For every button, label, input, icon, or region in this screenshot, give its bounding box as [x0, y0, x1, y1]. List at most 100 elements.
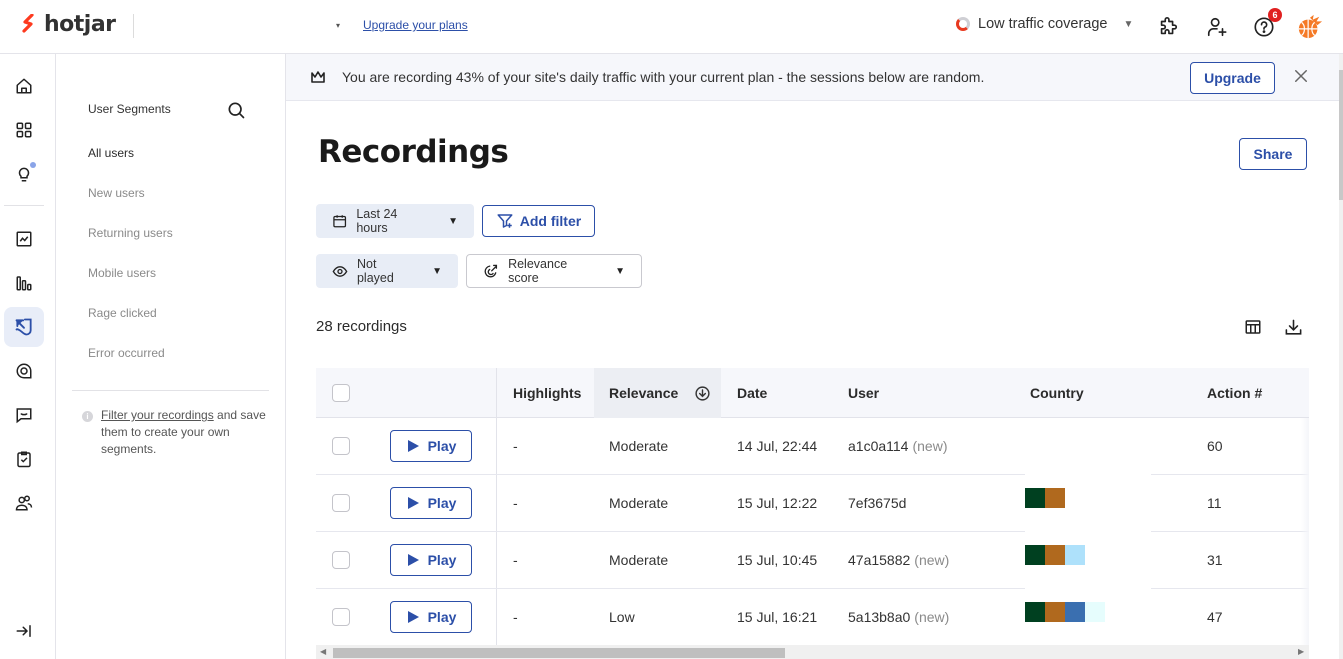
rail-trends[interactable] [4, 219, 44, 259]
play-icon [407, 497, 419, 509]
play-button[interactable]: Play [390, 430, 472, 462]
horizontal-scrollbar[interactable]: ◀ ▶ [316, 645, 1309, 659]
hotjar-logo[interactable]: hotjar [22, 12, 116, 37]
collapse-sidebar-button[interactable] [4, 611, 44, 651]
table-row[interactable]: Play - Moderate 15 Jul, 12:22 7ef3675d 1… [316, 475, 1309, 532]
users-icon [15, 495, 33, 511]
navigation-rail [0, 54, 56, 659]
recordings-count: 28 recordings [316, 318, 407, 335]
segment-returning-users[interactable]: Returning users [88, 226, 173, 240]
date-cell: 15 Jul, 16:21 [737, 609, 818, 625]
user-cell[interactable]: 5a13b8a0 (new) [848, 589, 949, 645]
integrations-button[interactable] [1155, 14, 1181, 40]
scroll-shadow [1301, 418, 1309, 645]
trend-chart-icon [16, 231, 32, 247]
traffic-ring-icon [956, 17, 970, 31]
filter-recordings-link[interactable]: Filter your recordings [101, 408, 214, 422]
user-cell[interactable]: 7ef3675d [848, 475, 910, 531]
column-relevance[interactable]: Relevance [594, 368, 721, 418]
user-cell[interactable]: 47a15882 (new) [848, 532, 949, 588]
date-cell: 15 Jul, 10:45 [737, 552, 818, 568]
flag-stripe [1045, 602, 1065, 622]
upgrade-button[interactable]: Upgrade [1190, 62, 1275, 94]
play-icon [407, 611, 419, 623]
play-button[interactable]: Play [390, 544, 472, 576]
column-date[interactable]: Date [737, 368, 767, 418]
table-row[interactable]: Play - Low 15 Jul, 16:21 5a13b8a0 (new) 4… [316, 589, 1309, 645]
played-status-dropdown[interactable]: Not played ▼ [316, 254, 458, 288]
column-user[interactable]: User [848, 368, 879, 418]
row-checkbox[interactable] [332, 494, 350, 512]
date-cell: 14 Jul, 22:44 [737, 438, 818, 454]
table-row[interactable]: Play - Moderate 14 Jul, 22:44 a1c0a114 (n… [316, 418, 1309, 475]
divider [133, 14, 134, 38]
new-user-tag: (new) [912, 438, 948, 454]
sort-descending-icon[interactable] [694, 385, 711, 402]
action-count-cell: 60 [1207, 438, 1223, 454]
traffic-coverage-dropdown[interactable]: Low traffic coverage ▼ [956, 16, 1133, 32]
scroll-right-arrow[interactable]: ▶ [1298, 647, 1304, 656]
invite-user-button[interactable] [1204, 14, 1230, 40]
row-checkbox[interactable] [332, 551, 350, 569]
rail-home[interactable] [4, 66, 44, 106]
date-range-dropdown[interactable]: Last 24 hours ▼ [316, 204, 474, 238]
add-filter-label: Add filter [519, 213, 582, 229]
help-button[interactable]: 6 [1251, 8, 1282, 40]
collapse-arrow-icon [16, 625, 31, 637]
puzzle-icon [1160, 17, 1178, 35]
filter-plus-icon [497, 214, 513, 228]
country-cell [1025, 470, 1065, 526]
country-flag [1025, 488, 1065, 508]
flag-stripe [1025, 602, 1045, 622]
sort-dropdown[interactable]: Relevance score ▼ [466, 254, 642, 288]
column-highlights[interactable]: Highlights [513, 368, 581, 418]
info-icon: i [82, 411, 93, 422]
scrollbar-thumb[interactable] [333, 648, 785, 658]
rail-interviews[interactable] [4, 483, 44, 523]
rail-recordings[interactable] [4, 307, 44, 347]
rail-dashboard[interactable] [4, 110, 44, 150]
flag-stripe [1085, 602, 1105, 622]
add-filter-button[interactable]: Add filter [482, 205, 595, 237]
rail-feedback[interactable] [4, 351, 44, 391]
segment-new-users[interactable]: New users [88, 186, 145, 200]
relevance-cell: Low [609, 609, 635, 625]
share-button[interactable]: Share [1239, 138, 1307, 170]
table-header: Highlights Relevance Date User Country A… [316, 368, 1309, 418]
upgrade-plans-link[interactable]: Upgrade your plans [363, 18, 468, 32]
column-settings-button[interactable] [1244, 318, 1262, 341]
action-count-cell: 31 [1207, 552, 1223, 568]
logo-text: hotjar [44, 12, 116, 37]
country-cell [1025, 527, 1085, 583]
scroll-left-arrow[interactable]: ◀ [320, 647, 326, 656]
segment-rage-clicked[interactable]: Rage clicked [88, 306, 157, 320]
segment-mobile-users[interactable]: Mobile users [88, 266, 156, 280]
page-title: Recordings [318, 134, 509, 170]
rail-surveys[interactable] [4, 395, 44, 435]
download-icon [1285, 319, 1302, 335]
search-segments-button[interactable] [226, 100, 246, 125]
download-button[interactable] [1284, 318, 1303, 342]
play-button[interactable]: Play [390, 487, 472, 519]
scrollbar-thumb[interactable] [1339, 70, 1343, 200]
row-checkbox[interactable] [332, 608, 350, 626]
close-banner-button[interactable] [1292, 67, 1310, 90]
avatar[interactable] [1297, 14, 1323, 40]
row-checkbox[interactable] [332, 437, 350, 455]
select-all-checkbox[interactable] [332, 384, 350, 402]
column-country[interactable]: Country [1030, 368, 1084, 418]
play-button[interactable]: Play [390, 601, 472, 633]
segment-error-occurred[interactable]: Error occurred [88, 346, 165, 360]
chevron-down-icon: ▼ [1123, 18, 1134, 30]
column-action-count[interactable]: Action # [1207, 368, 1262, 418]
table-row[interactable]: Play - Moderate 15 Jul, 10:45 47a15882 (n… [316, 532, 1309, 589]
user-cell[interactable]: a1c0a114 (new) [848, 418, 947, 474]
segment-all-users[interactable]: All users [88, 146, 134, 160]
vertical-scrollbar[interactable] [1339, 54, 1343, 659]
rail-tasks[interactable] [4, 439, 44, 479]
segments-title: User Segments [88, 102, 171, 116]
traffic-banner: You are recording 43% of your site's dai… [286, 54, 1339, 101]
rail-heatmaps[interactable] [4, 263, 44, 303]
rail-insights[interactable] [4, 154, 44, 194]
date-cell: 15 Jul, 12:22 [737, 495, 818, 511]
